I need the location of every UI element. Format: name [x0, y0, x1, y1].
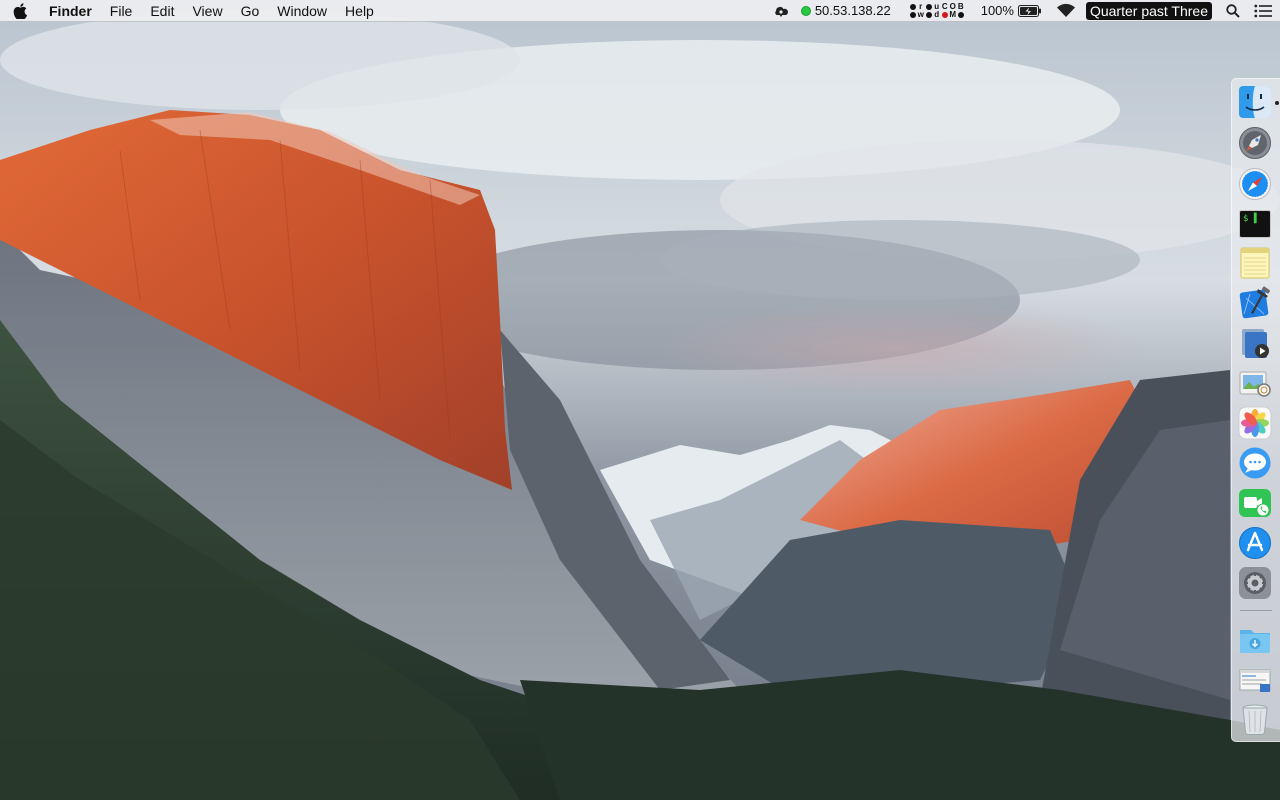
finder-icon	[1239, 86, 1271, 118]
downloads-folder-icon	[1240, 630, 1270, 653]
widget-top-char: C	[941, 1, 948, 11]
dock-item-launchpad[interactable]	[1238, 126, 1272, 160]
dock-item-xcode[interactable]	[1238, 286, 1272, 320]
widget-bottom-char: d	[934, 9, 940, 19]
photos-icon	[1238, 406, 1272, 440]
status-grid-widget[interactable]: r u C O B w d M	[909, 0, 965, 22]
safari-icon	[1239, 168, 1271, 200]
dock-item-notes[interactable]	[1238, 246, 1272, 280]
clock-label: Quarter past Three	[1085, 1, 1212, 20]
spotlight-search-icon[interactable]	[1226, 0, 1240, 22]
menu-file[interactable]: File	[101, 0, 142, 22]
notification-center-icon[interactable]	[1254, 0, 1272, 22]
widget-bottom-char: M	[949, 9, 957, 19]
dock-item-messages[interactable]	[1238, 446, 1272, 480]
running-indicator-icon	[1275, 101, 1279, 105]
clock[interactable]: Quarter past Three	[1085, 0, 1212, 22]
widget-bottom-char: w	[917, 9, 924, 19]
messages-icon	[1239, 447, 1271, 479]
dock-item-facetime[interactable]	[1238, 486, 1272, 520]
widget-dot-icon	[925, 3, 932, 10]
ip-address-label: 50.53.138.22	[814, 3, 891, 18]
widget-dot-icon	[909, 11, 916, 18]
dock: $ ▌	[1231, 78, 1280, 742]
dock-separator	[1240, 610, 1272, 611]
battery-percent: 100%	[980, 3, 1014, 18]
menu-help[interactable]: Help	[336, 0, 383, 22]
dock-item-downloads[interactable]	[1238, 622, 1272, 656]
dock-item-window-thumbnail[interactable]	[1238, 664, 1272, 698]
window-thumbnail-icon	[1239, 669, 1271, 692]
launchpad-icon	[1239, 127, 1271, 159]
widget-dot-icon	[957, 11, 964, 18]
dock-item-quicktime[interactable]	[1238, 326, 1272, 360]
wallpaper	[0, 0, 1280, 800]
notes-icon	[1240, 247, 1270, 279]
dock-item-terminal[interactable]: $ ▌	[1238, 207, 1272, 241]
trash-icon	[1242, 704, 1268, 736]
dock-item-system-preferences[interactable]	[1238, 566, 1272, 600]
connection-status-icon	[800, 5, 811, 16]
menu-edit[interactable]: Edit	[141, 0, 183, 22]
terminal-icon: $ ▌	[1239, 210, 1271, 238]
menu-window[interactable]: Window	[268, 0, 336, 22]
xcode-icon	[1239, 286, 1271, 319]
terminal-prompt: $ ▌	[1243, 212, 1259, 224]
preview-icon	[1239, 371, 1271, 397]
widget-top-char: B	[957, 1, 964, 11]
widget-dot-icon	[941, 11, 948, 18]
desktop[interactable]: Finder File Edit View Go Window Help 50.…	[0, 0, 1280, 800]
dock-item-app-store[interactable]	[1238, 526, 1272, 560]
battery-charging-icon	[1017, 4, 1041, 17]
menu-bar: Finder File Edit View Go Window Help 50.…	[0, 0, 1280, 22]
dock-item-safari[interactable]	[1238, 167, 1272, 201]
facetime-icon	[1239, 489, 1271, 517]
menu-view[interactable]: View	[183, 0, 231, 22]
widget-dot-icon	[925, 11, 932, 18]
app-menu-finder[interactable]: Finder	[40, 0, 101, 22]
dock-item-photos[interactable]	[1238, 406, 1272, 440]
cloud-sync-icon[interactable]	[771, 0, 791, 22]
battery-status[interactable]: 100%	[981, 0, 1042, 22]
wifi-icon[interactable]	[1056, 0, 1076, 22]
system-preferences-icon	[1239, 567, 1271, 599]
apple-menu-icon[interactable]	[0, 0, 40, 22]
app-store-icon	[1239, 527, 1271, 559]
menu-go[interactable]: Go	[232, 0, 269, 22]
dock-item-finder[interactable]	[1238, 85, 1272, 119]
widget-dot-icon	[909, 3, 916, 10]
dock-item-preview[interactable]	[1238, 366, 1272, 400]
ip-address-status[interactable]: 50.53.138.22	[800, 0, 891, 22]
quicktime-icon	[1242, 329, 1269, 358]
dock-item-trash[interactable]	[1238, 702, 1272, 736]
